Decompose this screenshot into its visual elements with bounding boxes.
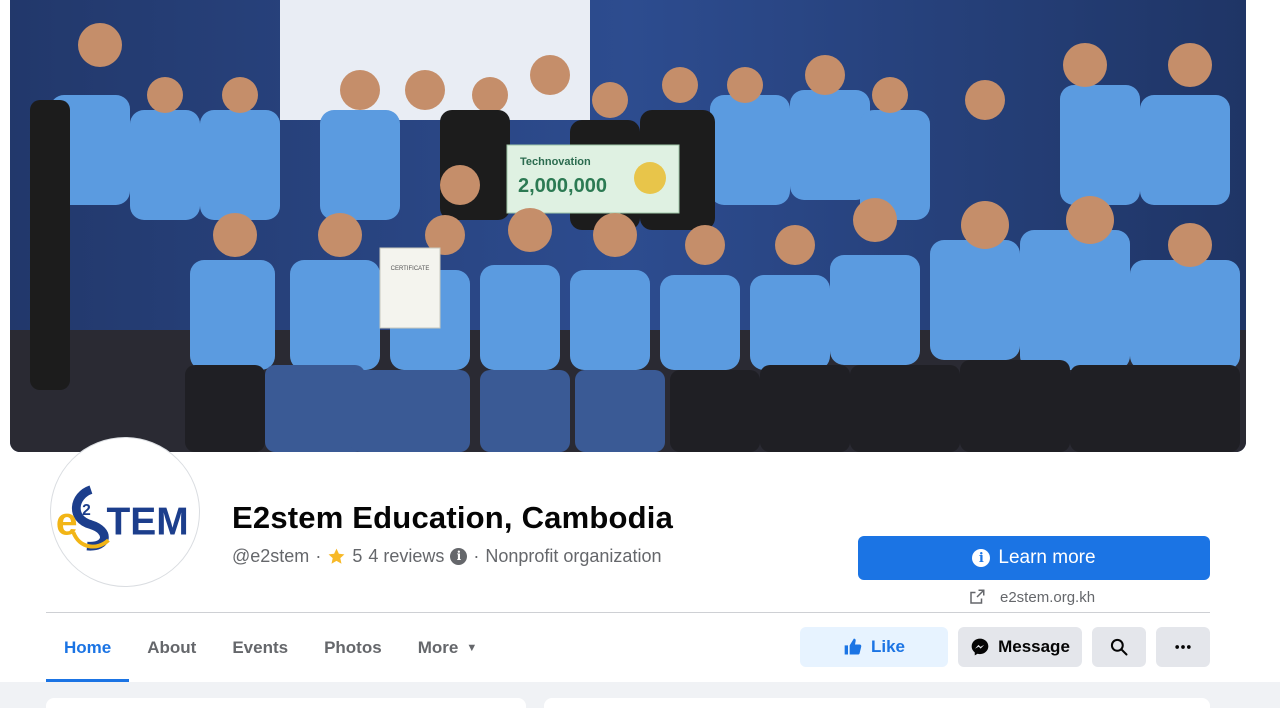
tab-label: Home xyxy=(64,638,112,657)
svg-text:e: e xyxy=(56,500,78,543)
more-options-button[interactable] xyxy=(1156,627,1210,667)
svg-text:Technovation: Technovation xyxy=(520,156,591,168)
page-actions: Like Message xyxy=(800,627,1210,667)
tab-about[interactable]: About xyxy=(129,614,214,682)
svg-text:2,000,000: 2,000,000 xyxy=(518,175,607,197)
like-button[interactable]: Like xyxy=(800,627,948,667)
website-link[interactable]: e2stem.org.kh xyxy=(968,586,1095,608)
tab-events[interactable]: Events xyxy=(214,614,306,682)
rating-value: 5 xyxy=(352,545,363,566)
search-button[interactable] xyxy=(1092,627,1146,667)
svg-text:2: 2 xyxy=(82,502,91,519)
tab-more[interactable]: More ▼ xyxy=(400,614,496,682)
page-title: E2stem Education, Cambodia xyxy=(232,500,674,535)
search-icon xyxy=(1110,638,1128,656)
intro-card xyxy=(46,698,526,718)
cover-photo[interactable]: Technovation 2,000,000 CERTIFICATE xyxy=(10,0,1246,452)
page-tabs: Home About Events Photos More ▼ xyxy=(46,614,495,682)
separator: · xyxy=(315,545,322,566)
e2stem-logo: e 2 TEM xyxy=(52,439,198,585)
tab-label: Events xyxy=(232,638,289,657)
page-category[interactable]: Nonprofit organization xyxy=(485,546,661,567)
tab-label: About xyxy=(147,638,197,657)
info-icon[interactable]: i xyxy=(450,547,468,565)
info-icon: i xyxy=(972,549,991,567)
posts-card xyxy=(544,698,1210,718)
message-label: Message xyxy=(998,637,1070,656)
cover-photo-illustration: Technovation 2,000,000 CERTIFICATE xyxy=(10,0,1246,452)
message-button[interactable]: Message xyxy=(958,627,1082,667)
tab-label: More xyxy=(417,638,459,657)
tab-label: Photos xyxy=(324,638,382,657)
learn-more-label: Learn more xyxy=(998,547,1096,568)
website-label: e2stem.org.kh xyxy=(1000,588,1096,606)
external-link-icon xyxy=(970,589,985,604)
page-avatar[interactable]: e 2 TEM xyxy=(50,437,200,587)
caret-down-icon: ▼ xyxy=(466,642,478,654)
svg-text:TEM: TEM xyxy=(107,500,189,543)
separator: · xyxy=(473,545,480,566)
page-meta: @e2stem · 5 4 reviews i · Nonprofit orga… xyxy=(232,545,661,567)
svg-text:CERTIFICATE: CERTIFICATE xyxy=(391,266,430,272)
header-divider xyxy=(46,612,1210,613)
star-icon xyxy=(328,548,345,564)
tab-home[interactable]: Home xyxy=(46,614,130,682)
learn-more-button[interactable]: i Learn more xyxy=(858,536,1210,580)
thumbs-up-icon xyxy=(844,638,862,655)
ellipsis-icon xyxy=(1175,645,1191,649)
page-handle: @e2stem xyxy=(232,545,310,566)
tab-photos[interactable]: Photos xyxy=(306,614,400,682)
like-label: Like xyxy=(870,637,906,656)
reviews-link[interactable]: 4 reviews xyxy=(368,546,444,567)
messenger-icon xyxy=(971,638,989,656)
